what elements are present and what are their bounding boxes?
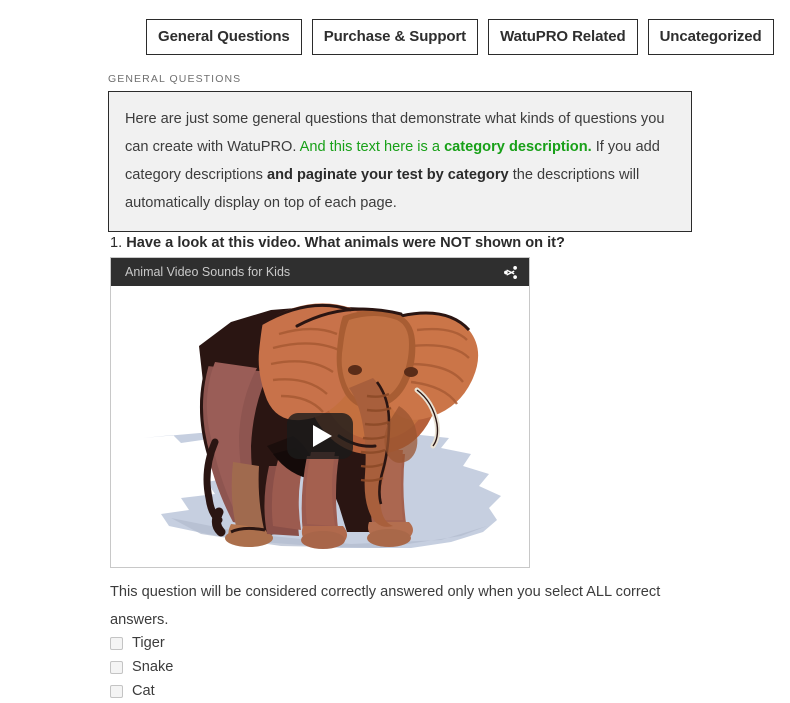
description-green-plain: And this text here is a <box>299 139 445 155</box>
category-tabs: General Questions Purchase & Support Wat… <box>146 19 774 55</box>
description-green-bold: category description. <box>444 139 592 155</box>
answer-options: Tiger Snake Cat <box>110 631 510 703</box>
answer-option-snake[interactable]: Snake <box>110 655 510 679</box>
question-number: 1. <box>110 235 127 251</box>
video-embed[interactable]: Animal Video Sounds for Kids <box>110 257 530 568</box>
question-text: Have a look at this video. What animals … <box>126 235 565 251</box>
category-description-box: Here are just some general questions tha… <box>108 91 692 232</box>
play-icon[interactable] <box>287 413 353 459</box>
tab-uncategorized[interactable]: Uncategorized <box>647 19 774 55</box>
checkbox-cat[interactable] <box>110 684 123 698</box>
answer-label-tiger: Tiger <box>132 634 165 651</box>
answer-label-cat: Cat <box>132 682 155 699</box>
play-triangle <box>312 425 332 447</box>
description-bold-2: and paginate your test by category <box>266 167 509 183</box>
video-title: Animal Video Sounds for Kids <box>125 265 291 279</box>
video-thumbnail[interactable] <box>111 286 529 567</box>
question-note: This question will be considered correct… <box>110 584 661 628</box>
answer-label-snake: Snake <box>132 658 174 675</box>
tab-general-questions[interactable]: General Questions <box>146 19 302 55</box>
checkbox-snake[interactable] <box>110 660 123 674</box>
tab-watupro-related[interactable]: WatuPRO Related <box>488 19 638 55</box>
answer-option-tiger[interactable]: Tiger <box>110 631 510 655</box>
checkbox-tiger[interactable] <box>110 636 123 650</box>
share-icon[interactable] <box>502 264 519 281</box>
category-label: GENERAL QUESTIONS <box>108 73 242 85</box>
video-title-bar: Animal Video Sounds for Kids <box>111 258 529 286</box>
category-description-text: Here are just some general questions tha… <box>125 105 675 217</box>
question-title: 1. Have a look at this video. What anima… <box>110 233 565 253</box>
answer-option-cat[interactable]: Cat <box>110 679 510 703</box>
tab-purchase-support[interactable]: Purchase & Support <box>311 19 479 55</box>
